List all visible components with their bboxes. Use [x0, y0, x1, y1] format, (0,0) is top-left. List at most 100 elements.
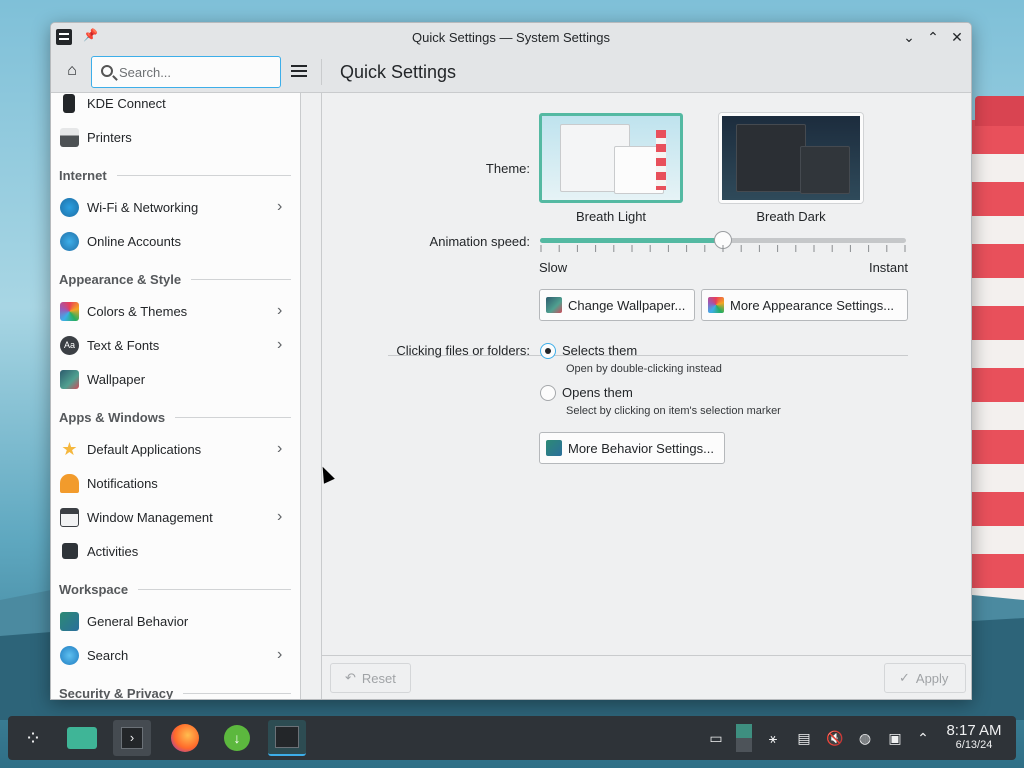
search-input[interactable] [119, 63, 274, 81]
sidebar-item-default-apps[interactable]: ★ Default Applications › [51, 432, 299, 466]
chevron-right-icon: › [277, 440, 283, 457]
star-icon: ★ [61, 438, 78, 459]
chevron-right-icon: › [277, 198, 283, 215]
sidebar-item-activities[interactable]: Activities [51, 534, 299, 568]
activities-icon [62, 543, 78, 559]
sidebar-item-colors-themes[interactable]: Colors & Themes › [51, 294, 299, 328]
radio-hint-opens: Select by clicking on item's selection m… [566, 405, 781, 417]
section-internet: Internet [59, 165, 291, 185]
more-behavior-button[interactable]: More Behavior Settings... [539, 432, 725, 464]
dark-preview-window-2 [800, 146, 850, 194]
sidebar-item-label: Default Applications [87, 441, 202, 457]
radio-label-selects[interactable]: Selects them [562, 343, 637, 358]
section-workspace: Workspace [59, 579, 291, 599]
font-icon: Aa [60, 335, 79, 355]
search-icon [60, 645, 79, 665]
clock-date: 6/13/24 [955, 739, 993, 751]
checkmark-icon: ✓ [899, 670, 910, 685]
close-button[interactable]: ✕ [947, 27, 967, 47]
virtual-desktop-pager[interactable] [736, 724, 752, 752]
sidebar-item-online-accounts[interactable]: Online Accounts [51, 224, 299, 258]
behavior-icon [546, 440, 562, 456]
theme-name-light: Breath Light [575, 209, 647, 224]
wallpaper-lighthouse-top [975, 96, 1024, 126]
firefox-icon[interactable] [166, 720, 204, 756]
radio-label-opens[interactable]: Opens them [562, 385, 633, 400]
theme-breath-light[interactable] [539, 113, 683, 203]
footer-divider [322, 655, 971, 656]
show-desktop-icon[interactable]: ▭ [707, 729, 725, 747]
bell-icon [60, 473, 79, 493]
sidebar-item-printers[interactable]: Printers [51, 120, 299, 154]
home-icon[interactable]: ⌂ [61, 60, 83, 82]
sidebar-item-wifi[interactable]: Wi-Fi & Networking › [51, 190, 299, 224]
sidebar-item-text-fonts[interactable]: Aa Text & Fonts › [51, 328, 299, 362]
clicking-label: Clicking files or folders: [396, 343, 530, 358]
sidebar-item-label: Colors & Themes [87, 303, 188, 319]
sidebar-item-kde-connect[interactable]: KDE Connect [51, 93, 299, 120]
chevron-right-icon: › [277, 302, 283, 319]
sidebar-item-label: Search [87, 647, 129, 663]
chevron-right-icon: › [277, 336, 283, 353]
theme-label: Theme: [485, 161, 530, 176]
radio-hint-selects: Open by double-clicking instead [566, 363, 722, 375]
search-icon [101, 65, 113, 77]
sidebar-item-search[interactable]: Search › [51, 638, 299, 672]
titlebar[interactable]: 📌 Quick Settings — System Settings ⌄ ⌃ ✕ [51, 23, 971, 51]
taskbar: ⁘ › ↓ ▭ ⚹ ▤ 🔇 ◍ ▣ ⌃ 8:17 AM 6/13/24 [8, 716, 1016, 760]
section-appearance: Appearance & Style [59, 269, 291, 289]
animation-speed-label: Animation speed: [429, 234, 530, 249]
system-settings-icon[interactable] [268, 720, 306, 756]
terminal-icon[interactable]: › [113, 720, 151, 756]
display-icon[interactable]: ▣ [886, 729, 904, 747]
globe-icon [60, 197, 79, 217]
file-manager-icon[interactable] [63, 720, 101, 756]
window-title: Quick Settings — System Settings [412, 30, 610, 45]
volume-muted-icon[interactable]: 🔇 [826, 729, 844, 747]
sidebar-item-window-management[interactable]: Window Management › [51, 500, 299, 534]
toolbar: ⌂ Quick Settings [51, 51, 971, 93]
dark-preview-window [736, 124, 806, 192]
chevron-right-icon: › [277, 646, 283, 663]
downloader-icon[interactable]: ↓ [218, 720, 256, 756]
palette-icon [708, 297, 724, 313]
clock-time: 8:17 AM [946, 722, 1002, 739]
network-icon[interactable]: ◍ [856, 729, 874, 747]
palette-icon [60, 301, 79, 321]
clock[interactable]: 8:17 AM 6/13/24 [938, 722, 1010, 751]
chevron-right-icon: › [277, 508, 283, 525]
application-launcher-icon[interactable]: ⁘ [14, 720, 52, 756]
hamburger-menu-icon[interactable] [289, 62, 309, 82]
system-settings-window: 📌 Quick Settings — System Settings ⌄ ⌃ ✕… [50, 22, 972, 700]
toolbar-divider [321, 59, 322, 85]
wallpaper-icon [546, 297, 562, 313]
sidebar-item-wallpaper[interactable]: Wallpaper [51, 362, 299, 396]
reset-button[interactable]: ↶ Reset [330, 663, 411, 693]
printer-icon [60, 127, 79, 147]
light-preview-lighthouse [656, 130, 666, 190]
theme-breath-dark[interactable] [719, 113, 863, 203]
radio-opens-them[interactable] [540, 385, 556, 401]
expand-tray-icon[interactable]: ⌃ [914, 729, 932, 747]
button-label: Apply [915, 670, 949, 686]
kde-connect-icon[interactable]: ⚹ [764, 729, 782, 747]
animation-slow-label: Slow [539, 260, 568, 275]
sidebar-item-general-behavior[interactable]: General Behavior [51, 604, 299, 638]
maximize-button[interactable]: ⌃ [923, 27, 943, 47]
theme-name-dark: Breath Dark [756, 209, 826, 224]
more-appearance-button[interactable]: More Appearance Settings... [701, 289, 908, 321]
animation-speed-slider[interactable] [540, 231, 906, 249]
sidebar-item-label: Window Management [87, 509, 213, 525]
behavior-icon [60, 611, 79, 631]
minimize-button[interactable]: ⌄ [899, 27, 919, 47]
sidebar-item-label: Notifications [87, 475, 158, 491]
clipboard-icon[interactable]: ▤ [795, 729, 813, 747]
wallpaper-icon [60, 369, 79, 389]
button-label: More Behavior Settings... [568, 440, 714, 456]
button-label: More Appearance Settings... [730, 297, 895, 313]
change-wallpaper-button[interactable]: Change Wallpaper... [539, 289, 695, 321]
sidebar-item-notifications[interactable]: Notifications [51, 466, 299, 500]
radio-selects-them[interactable] [540, 343, 556, 359]
search-field[interactable] [91, 56, 281, 88]
apply-button[interactable]: ✓ Apply [884, 663, 966, 693]
